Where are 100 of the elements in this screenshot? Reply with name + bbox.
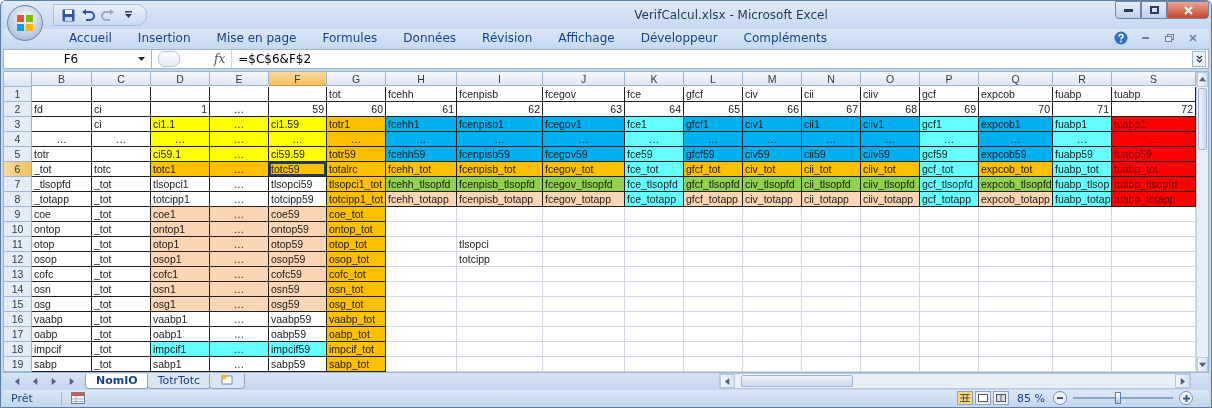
- table-cell[interactable]: _tlsopfd: [32, 177, 92, 192]
- column-header[interactable]: P: [920, 72, 979, 86]
- table-cell[interactable]: fcehh: [386, 87, 457, 102]
- table-cell[interactable]: fcegov59: [543, 147, 625, 162]
- table-cell[interactable]: ci59.59: [269, 147, 327, 162]
- table-cell[interactable]: _tot: [92, 342, 151, 357]
- table-cell[interactable]: osn59: [269, 282, 327, 297]
- row-header[interactable]: 9: [4, 207, 32, 222]
- table-cell[interactable]: 64: [625, 102, 684, 117]
- row-header[interactable]: 1: [4, 87, 32, 102]
- row-header[interactable]: 19: [4, 357, 32, 372]
- table-cell[interactable]: expcob_tlsopfd: [979, 177, 1053, 192]
- table-cell[interactable]: _tot: [92, 282, 151, 297]
- column-header[interactable]: M: [743, 72, 802, 86]
- table-cell[interactable]: gfcf_tlsopfd: [684, 177, 743, 192]
- table-cell[interactable]: osn_tot: [327, 282, 386, 297]
- table-cell[interactable]: fuabp_tot: [1053, 162, 1112, 177]
- table-cell[interactable]: tuabp_tlsopfd: [1112, 177, 1196, 192]
- table-cell[interactable]: _tot: [92, 237, 151, 252]
- table-cell[interactable]: …: [327, 132, 386, 147]
- table-cell[interactable]: _tot: [92, 207, 151, 222]
- table-cell[interactable]: _tot: [92, 252, 151, 267]
- table-cell[interactable]: vaabp59: [269, 312, 327, 327]
- table-cell[interactable]: _tot: [92, 267, 151, 282]
- table-cell[interactable]: gcf: [920, 87, 979, 102]
- table-cell[interactable]: oabp: [32, 327, 92, 342]
- table-cell[interactable]: …: [210, 132, 269, 147]
- table-cell[interactable]: cii_tot: [802, 162, 861, 177]
- table-cell[interactable]: totcipp: [457, 252, 543, 267]
- table-cell[interactable]: 63: [543, 102, 625, 117]
- table-cell[interactable]: expcob_tot: [979, 162, 1053, 177]
- table-cell[interactable]: …: [861, 132, 920, 147]
- table-cell[interactable]: gfcf_totapp: [684, 192, 743, 207]
- table-cell[interactable]: totr: [32, 147, 92, 162]
- normal-view-button[interactable]: [957, 391, 974, 405]
- table-cell[interactable]: oabp59: [269, 327, 327, 342]
- table-cell[interactable]: expcob59: [979, 147, 1053, 162]
- row-header[interactable]: 17: [4, 327, 32, 342]
- table-cell[interactable]: gcf_totapp: [920, 192, 979, 207]
- table-cell[interactable]: 71: [1053, 102, 1112, 117]
- table-cell[interactable]: sabp_tot: [327, 357, 386, 372]
- table-cell[interactable]: osop59: [269, 252, 327, 267]
- table-cell[interactable]: [92, 87, 151, 102]
- table-cell[interactable]: fuabp59: [1053, 147, 1112, 162]
- table-cell[interactable]: ci: [92, 117, 151, 132]
- table-cell[interactable]: [210, 87, 269, 102]
- table-cell[interactable]: gcf1: [920, 117, 979, 132]
- table-cell[interactable]: fcehh1: [386, 117, 457, 132]
- table-cell[interactable]: …: [210, 192, 269, 207]
- table-cell[interactable]: …: [210, 297, 269, 312]
- table-cell[interactable]: fcehh_tlsopfd: [386, 177, 457, 192]
- table-cell[interactable]: sabp1: [151, 357, 210, 372]
- table-cell[interactable]: …: [1053, 132, 1112, 147]
- name-box[interactable]: F6: [4, 50, 152, 68]
- table-cell[interactable]: fcegov_totapp: [543, 192, 625, 207]
- column-header[interactable]: B: [32, 72, 92, 86]
- table-cell[interactable]: tlsopci: [457, 237, 543, 252]
- table-cell[interactable]: tuabp: [1112, 87, 1196, 102]
- table-cell[interactable]: fcenpisb59: [457, 147, 543, 162]
- table-cell[interactable]: fce1: [625, 117, 684, 132]
- table-cell[interactable]: …: [210, 312, 269, 327]
- table-cell[interactable]: coe_tot: [327, 207, 386, 222]
- insert-sheet-button[interactable]: [209, 373, 246, 389]
- table-cell[interactable]: totr59: [327, 147, 386, 162]
- table-cell[interactable]: …: [743, 132, 802, 147]
- table-cell[interactable]: …: [32, 132, 92, 147]
- table-cell[interactable]: fcegov1: [543, 117, 625, 132]
- table-cell[interactable]: gfcf_tot: [684, 162, 743, 177]
- table-cell[interactable]: 1: [151, 102, 210, 117]
- table-cell[interactable]: ci1.1: [151, 117, 210, 132]
- column-header[interactable]: I: [457, 72, 543, 86]
- macro-record-button[interactable]: [69, 390, 86, 406]
- row-header[interactable]: 14: [4, 282, 32, 297]
- table-cell[interactable]: totcipp1_tot: [327, 192, 386, 207]
- table-cell[interactable]: cofc_tot: [327, 267, 386, 282]
- ribbon-tab[interactable]: Révision: [472, 29, 543, 47]
- horizontal-scrollbar[interactable]: [719, 373, 1191, 389]
- table-cell[interactable]: fd: [32, 102, 92, 117]
- table-cell[interactable]: cii_totapp: [802, 192, 861, 207]
- table-cell[interactable]: fce59: [625, 147, 684, 162]
- table-cell[interactable]: totcipp59: [269, 192, 327, 207]
- table-cell[interactable]: …: [210, 282, 269, 297]
- column-header[interactable]: N: [802, 72, 861, 86]
- undo-button[interactable]: [80, 7, 96, 23]
- column-header[interactable]: C: [92, 72, 151, 86]
- table-cell[interactable]: tuabp_tot: [1112, 162, 1196, 177]
- table-cell[interactable]: _tot: [92, 222, 151, 237]
- ribbon-tab[interactable]: Compléments: [733, 29, 837, 47]
- table-cell[interactable]: [32, 117, 92, 132]
- column-header[interactable]: E: [210, 72, 269, 86]
- table-cell[interactable]: oabp_tot: [327, 327, 386, 342]
- table-cell[interactable]: _tot: [92, 192, 151, 207]
- table-cell[interactable]: …: [210, 162, 269, 177]
- table-cell[interactable]: gcf59: [920, 147, 979, 162]
- table-cell[interactable]: impcif1: [151, 342, 210, 357]
- table-cell[interactable]: …: [269, 132, 327, 147]
- scroll-up-button[interactable]: [1197, 72, 1208, 87]
- close-button[interactable]: [1167, 1, 1209, 19]
- table-cell[interactable]: fuabp: [1053, 87, 1112, 102]
- row-header[interactable]: 4: [4, 132, 32, 147]
